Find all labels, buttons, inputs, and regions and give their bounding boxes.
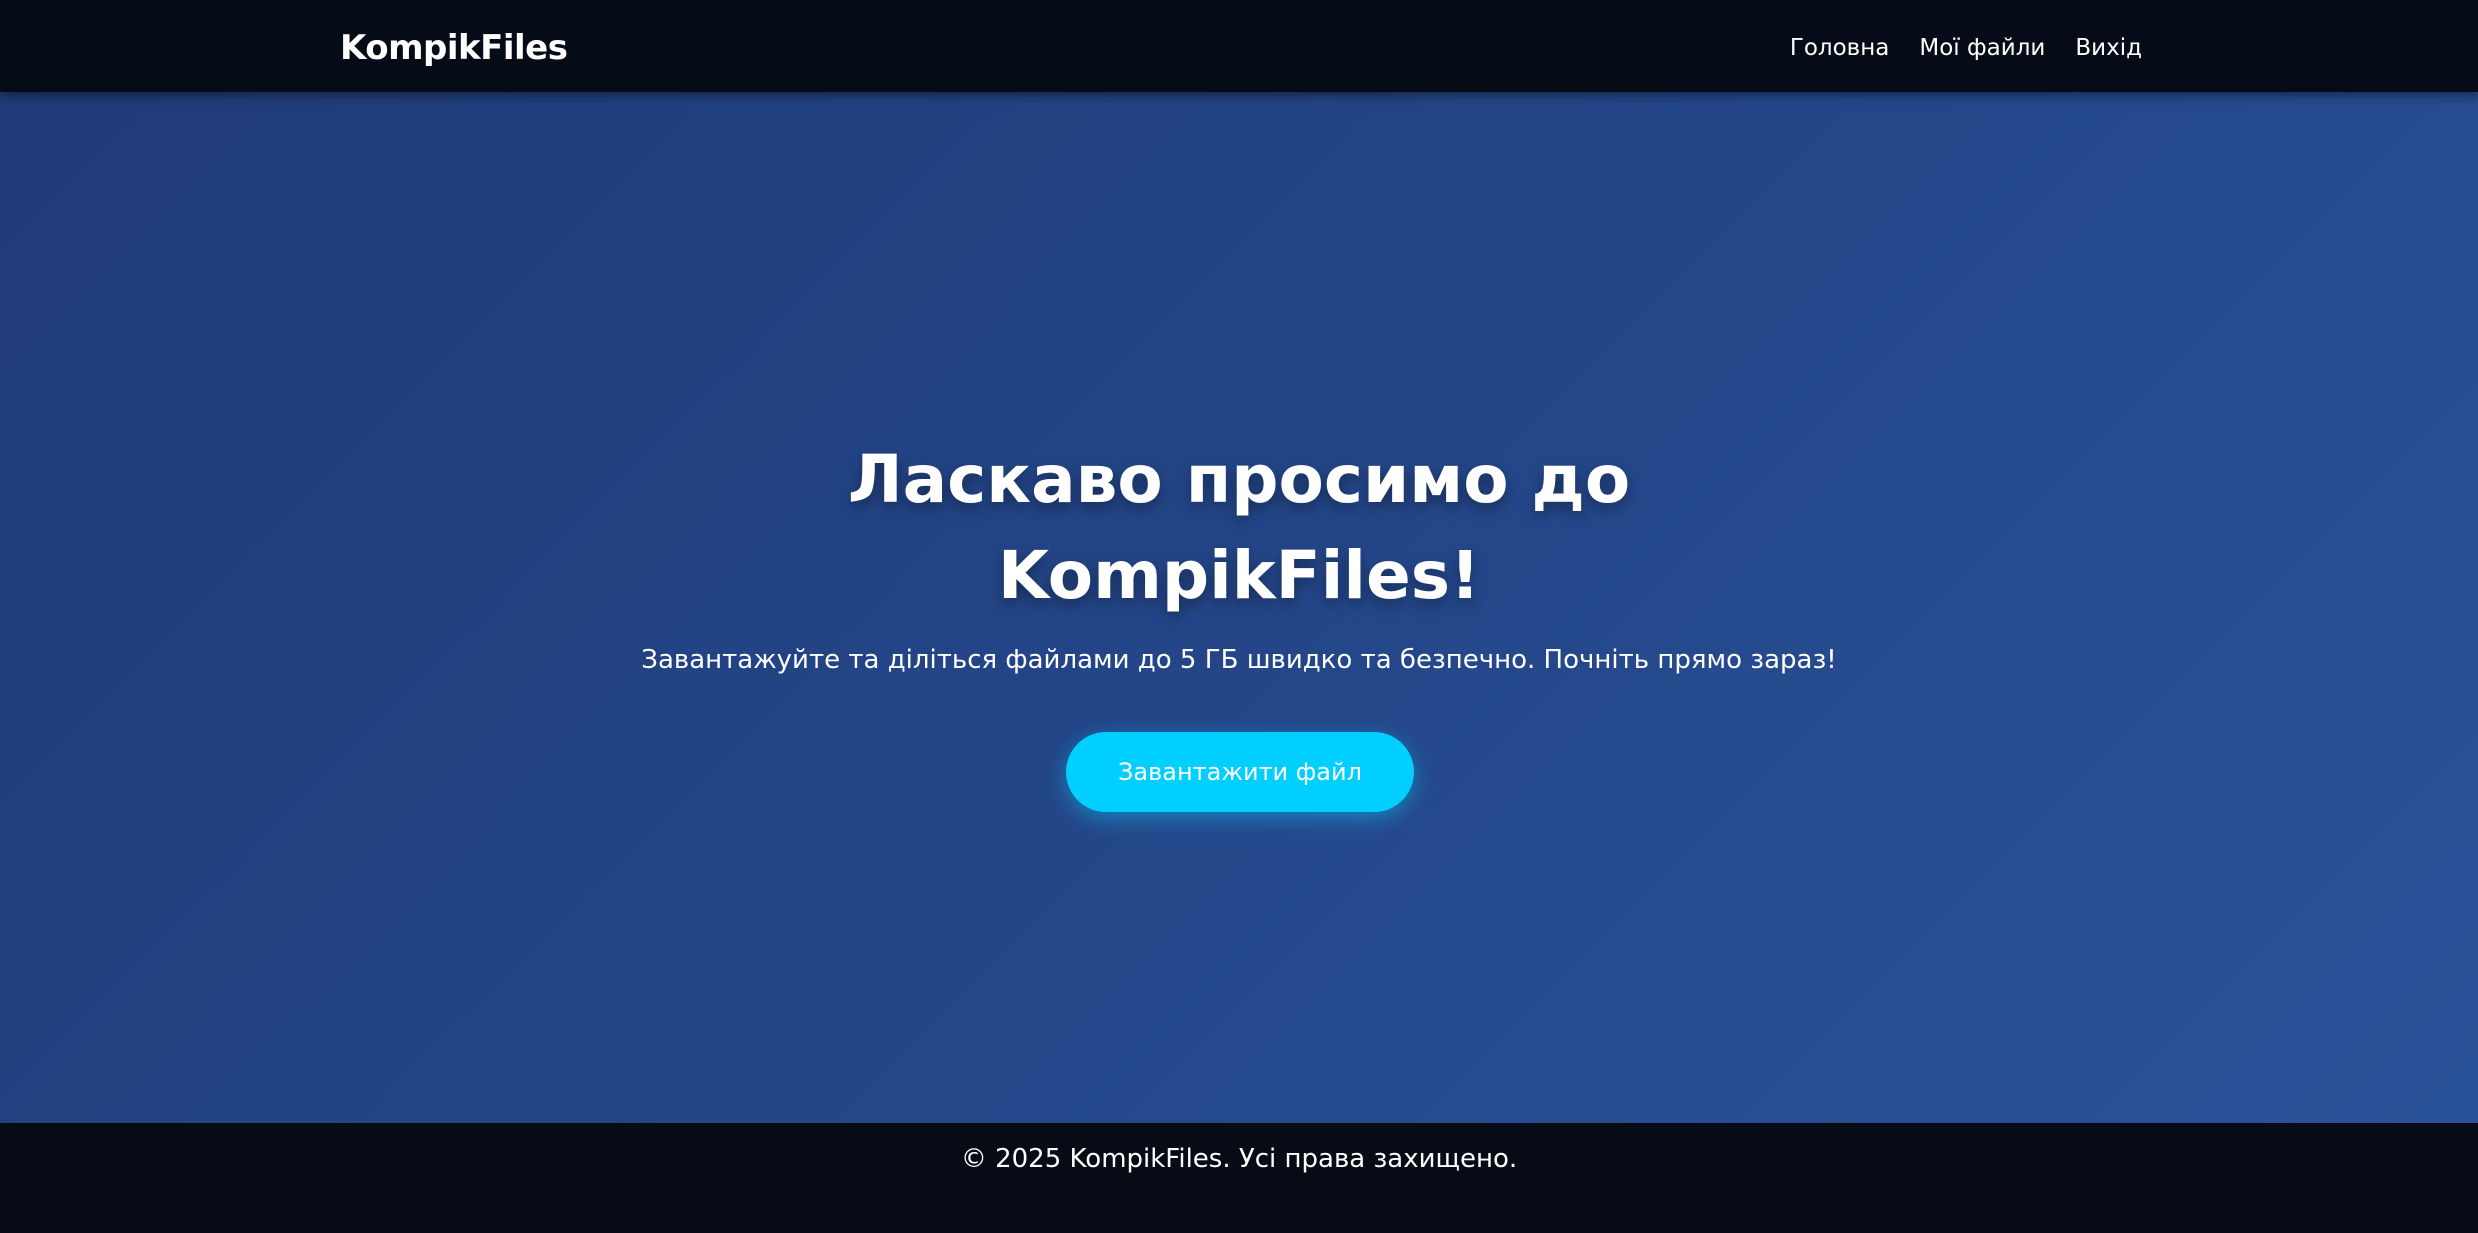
main-nav: Головна Мої файли Вихід bbox=[1790, 30, 2142, 66]
hero-section: Ласкаво просимо до KompikFiles! Завантаж… bbox=[0, 92, 2478, 1123]
nav-link-my-files[interactable]: Мої файли bbox=[1919, 30, 2045, 66]
top-navigation-bar: KompikFiles Головна Мої файли Вихід bbox=[0, 0, 2478, 92]
page-footer: © 2025 KompikFiles. Усі права захищено. bbox=[0, 1123, 2478, 1233]
nav-link-home[interactable]: Головна bbox=[1790, 30, 1890, 66]
hero-title: Ласкаво просимо до KompikFiles! bbox=[847, 441, 1631, 614]
footer-copyright: © 2025 KompikFiles. Усі права захищено. bbox=[960, 1144, 1518, 1174]
brand-logo-link[interactable]: KompikFiles bbox=[340, 26, 568, 70]
upload-file-button[interactable]: Завантажити файл bbox=[1066, 732, 1414, 812]
nav-link-logout[interactable]: Вихід bbox=[2075, 30, 2142, 66]
hero-subtitle: Завантажуйте та діліться файлами до 5 ГБ… bbox=[641, 645, 1837, 675]
